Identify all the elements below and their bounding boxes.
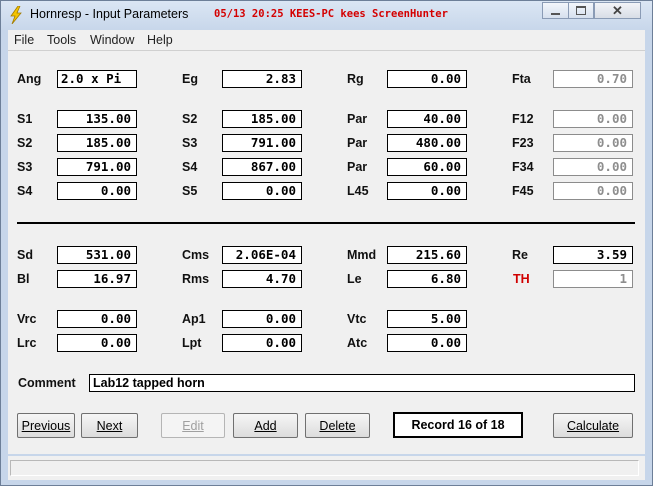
f12-label: F12 <box>512 112 534 126</box>
l45-label: L45 <box>347 184 369 198</box>
par1-label: Par <box>347 112 368 126</box>
mmd-label: Mmd <box>347 248 377 262</box>
record-indicator: Record 16 of 18 <box>393 412 523 438</box>
f45-field: 0.00 <box>553 182 633 200</box>
s4-segment-field[interactable]: 0.00 <box>57 182 137 200</box>
maximize-button[interactable] <box>568 2 594 19</box>
comment-field[interactable]: Lab12 tapped horn <box>89 374 635 392</box>
lpt-field[interactable]: 0.00 <box>222 334 302 352</box>
s4-label: S4 <box>182 160 198 174</box>
status-field <box>10 460 639 476</box>
s4-segment-label: S4 <box>17 184 33 198</box>
th-label[interactable]: TH <box>513 272 530 286</box>
s2-segment-label: S2 <box>17 136 33 150</box>
close-icon: ✕ <box>612 3 623 18</box>
previous-button[interactable]: Previous <box>17 413 75 438</box>
s3-segment-label: S3 <box>17 160 33 174</box>
vrc-label: Vrc <box>17 312 37 326</box>
rg-label: Rg <box>347 72 364 86</box>
eg-field[interactable]: 2.83 <box>222 70 302 88</box>
restore-icon <box>576 6 586 15</box>
eg-label: Eg <box>182 72 198 86</box>
f23-label: F23 <box>512 136 534 150</box>
s4-field[interactable]: 867.00 <box>222 158 302 176</box>
le-label: Le <box>347 272 362 286</box>
mmd-field[interactable]: 215.60 <box>387 246 467 264</box>
re-field[interactable]: 3.59 <box>553 246 633 264</box>
comment-label: Comment <box>18 376 76 390</box>
s2-label: S2 <box>182 112 198 126</box>
s5-label: S5 <box>182 184 198 198</box>
ang-field[interactable]: 2.0 x Pi <box>57 70 137 88</box>
rms-field[interactable]: 4.70 <box>222 270 302 288</box>
s2-field[interactable]: 185.00 <box>222 110 302 128</box>
lrc-field[interactable]: 0.00 <box>57 334 137 352</box>
cms-label: Cms <box>182 248 210 262</box>
rms-label: Rms <box>182 272 210 286</box>
par2-field[interactable]: 480.00 <box>387 134 467 152</box>
input-parameters-panel: Ang 2.0 x Pi Eg 2.83 Rg 0.00 Fta 0.70 S1… <box>8 51 645 454</box>
vrc-field[interactable]: 0.00 <box>57 310 137 328</box>
bl-field[interactable]: 16.97 <box>57 270 137 288</box>
delete-button[interactable]: Delete <box>305 413 370 438</box>
par3-label: Par <box>347 160 368 174</box>
f23-field: 0.00 <box>553 134 633 152</box>
lightning-bolt-icon <box>8 5 24 25</box>
s1-field[interactable]: 135.00 <box>57 110 137 128</box>
le-field[interactable]: 6.80 <box>387 270 467 288</box>
f34-field: 0.00 <box>553 158 633 176</box>
re-label: Re <box>512 248 528 262</box>
hornresp-window: Hornresp - Input Parameters 05/13 20:25 … <box>0 0 653 486</box>
edit-button: Edit <box>161 413 225 438</box>
lpt-label: Lpt <box>182 336 202 350</box>
window-title: Hornresp - Input Parameters <box>30 7 189 21</box>
lrc-label: Lrc <box>17 336 37 350</box>
th-field: 1 <box>553 270 633 288</box>
menu-help[interactable]: Help <box>147 33 173 47</box>
add-button[interactable]: Add <box>233 413 298 438</box>
f34-label: F34 <box>512 160 534 174</box>
cms-field[interactable]: 2.06E-04 <box>222 246 302 264</box>
section-divider <box>17 222 635 224</box>
s1-label: S1 <box>17 112 33 126</box>
rg-field[interactable]: 0.00 <box>387 70 467 88</box>
fta-field: 0.70 <box>553 70 633 88</box>
vtc-field[interactable]: 5.00 <box>387 310 467 328</box>
ap1-label: Ap1 <box>182 312 206 326</box>
menu-file[interactable]: File <box>14 33 34 47</box>
l45-field[interactable]: 0.00 <box>387 182 467 200</box>
status-bar <box>8 456 645 480</box>
ap1-field[interactable]: 0.00 <box>222 310 302 328</box>
menu-window[interactable]: Window <box>90 33 134 47</box>
screenhunter-overlay-text: 05/13 20:25 KEES-PC kees ScreenHunter <box>214 8 448 20</box>
s5-field[interactable]: 0.00 <box>222 182 302 200</box>
atc-field[interactable]: 0.00 <box>387 334 467 352</box>
sd-label: Sd <box>17 248 33 262</box>
s2-segment-field[interactable]: 185.00 <box>57 134 137 152</box>
s3-segment-field[interactable]: 791.00 <box>57 158 137 176</box>
atc-label: Atc <box>347 336 368 350</box>
menu-tools[interactable]: Tools <box>47 33 76 47</box>
ang-label: Ang <box>17 72 42 86</box>
par3-field[interactable]: 60.00 <box>387 158 467 176</box>
f12-field: 0.00 <box>553 110 633 128</box>
s3-label: S3 <box>182 136 198 150</box>
s3-field[interactable]: 791.00 <box>222 134 302 152</box>
vtc-label: Vtc <box>347 312 367 326</box>
fta-label: Fta <box>512 72 531 86</box>
sd-field[interactable]: 531.00 <box>57 246 137 264</box>
next-button[interactable]: Next <box>81 413 138 438</box>
menu-bar: File Tools Window Help <box>8 30 645 51</box>
f45-label: F45 <box>512 184 534 198</box>
calculate-button[interactable]: Calculate <box>553 413 633 438</box>
minimize-icon <box>551 12 560 15</box>
close-button[interactable]: ✕ <box>594 2 641 19</box>
par2-label: Par <box>347 136 368 150</box>
minimize-button[interactable] <box>542 2 569 19</box>
bl-label: Bl <box>17 272 30 286</box>
par1-field[interactable]: 40.00 <box>387 110 467 128</box>
title-bar[interactable]: Hornresp - Input Parameters 05/13 20:25 … <box>1 1 652 29</box>
